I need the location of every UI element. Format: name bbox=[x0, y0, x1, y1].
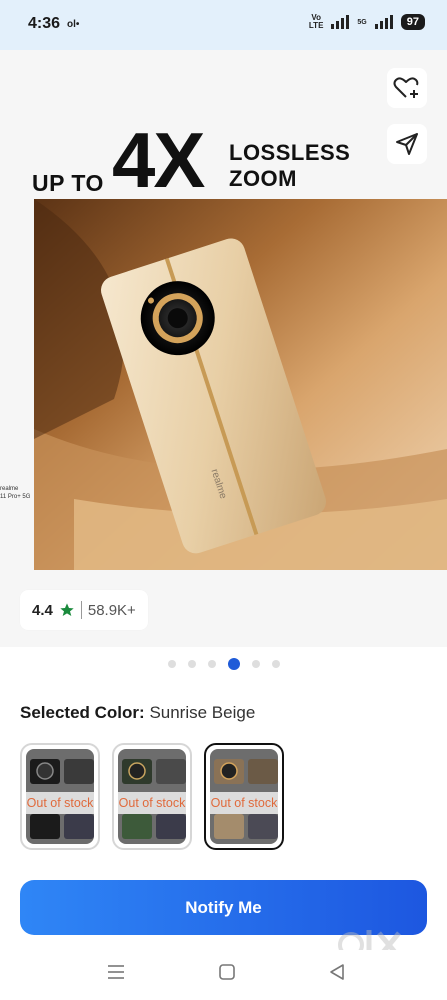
signal-icon bbox=[331, 15, 350, 29]
menu-icon[interactable] bbox=[106, 962, 126, 982]
selected-color-value: Sunrise Beige bbox=[149, 703, 256, 722]
heart-plus-icon bbox=[393, 77, 419, 98]
carousel-dot[interactable] bbox=[167, 660, 176, 668]
color-swatch[interactable]: Out of stock bbox=[20, 743, 100, 850]
color-swatch-selected[interactable]: Out of stock bbox=[204, 743, 284, 850]
star-icon bbox=[60, 603, 74, 616]
out-of-stock-label: Out of stock bbox=[118, 792, 186, 814]
color-swatch[interactable]: Out of stock bbox=[112, 743, 192, 850]
swatch-image: Out of stock bbox=[210, 749, 278, 844]
wishlist-button[interactable] bbox=[387, 68, 427, 108]
rating-count: 58.9K+ bbox=[87, 601, 136, 619]
send-icon bbox=[396, 133, 418, 155]
photo-caption: realme 11 Pro+ 5G bbox=[0, 486, 31, 500]
rating-value: 4.4 bbox=[32, 601, 53, 619]
swatch-image: Out of stock bbox=[118, 749, 186, 844]
home-icon[interactable] bbox=[217, 962, 237, 982]
share-button[interactable] bbox=[387, 124, 427, 164]
status-icons: Vo LTE 5G 97 bbox=[309, 14, 425, 30]
battery-indicator: 97 bbox=[400, 14, 425, 30]
carousel-dot[interactable] bbox=[271, 660, 280, 668]
carousel-dot[interactable] bbox=[187, 660, 196, 668]
volte-indicator: Vo LTE bbox=[308, 13, 324, 30]
banner-zoom-text: LOSSLESS ZOOM bbox=[229, 140, 351, 191]
banner-4x: 4X bbox=[112, 116, 205, 204]
status-time: 4:36 bbox=[28, 15, 61, 32]
status-notification: ol• bbox=[67, 19, 80, 30]
selected-color: Selected Color: Sunrise Beige bbox=[20, 703, 255, 723]
carousel-dot[interactable] bbox=[207, 660, 216, 668]
banner-upto: UP TO bbox=[32, 170, 104, 196]
product-image[interactable]: realme bbox=[34, 199, 447, 570]
network-type: 5G bbox=[357, 18, 367, 26]
carousel-indicator bbox=[0, 658, 447, 670]
status-bar: 4:36 ol• Vo LTE 5G 97 bbox=[0, 0, 447, 50]
rating-divider bbox=[80, 601, 82, 619]
rating-chip[interactable]: 4.4 58.9K+ bbox=[20, 590, 148, 630]
signal-icon bbox=[374, 15, 393, 29]
out-of-stock-label: Out of stock bbox=[210, 792, 278, 814]
carousel-dot[interactable] bbox=[251, 660, 260, 668]
back-icon[interactable] bbox=[327, 962, 347, 982]
carousel-dot-active[interactable] bbox=[227, 658, 240, 670]
out-of-stock-label: Out of stock bbox=[26, 792, 94, 814]
selected-color-label: Selected Color: bbox=[20, 703, 145, 722]
system-nav-bar bbox=[0, 950, 447, 1000]
swatch-image: Out of stock bbox=[26, 749, 94, 844]
